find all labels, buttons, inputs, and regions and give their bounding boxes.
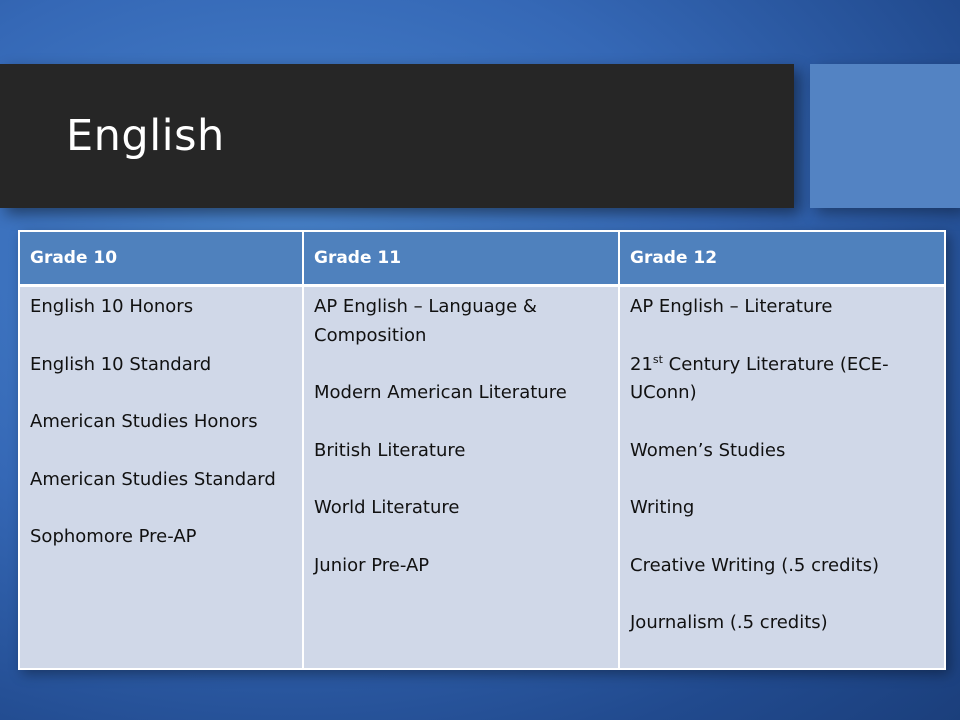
header-row: Grade 10 Grade 11 Grade 12 [18,230,946,287]
grade-12-courses: AP English – Literature 21st Century Lit… [618,284,946,670]
grade-10-courses: English 10 Honors English 10 Standard Am… [18,284,304,670]
slide-title: English [66,111,225,161]
header-grade-10: Grade 10 [18,230,304,287]
course-item: Junior Pre-AP [314,554,430,576]
course-item: 21st Century Literature (ECE-UConn) [630,351,936,408]
course-item: Writing [630,497,695,518]
grade-11-courses: AP English – Language & Composition Mode… [302,284,620,670]
course-item: Modern American Literature [314,382,567,403]
course-table: Grade 10 Grade 11 Grade 12 English 10 Ho… [18,230,946,670]
course-item: English 10 Honors [30,296,194,317]
course-item: AP English – Language & Composition [314,296,537,346]
course-item: Journalism (.5 credits) [630,612,828,633]
title-bar: English [0,64,794,208]
course-item: World Literature [314,497,460,518]
course-item: English 10 Standard [30,353,212,375]
course-number: 21 [630,353,653,375]
course-row: English 10 Honors English 10 Standard Am… [18,284,946,670]
course-item: British Literature [314,439,466,461]
header-grade-12: Grade 12 [618,230,946,287]
course-name: Century Literature (ECE-UConn) [630,353,889,404]
course-item: American Studies Honors [30,411,258,432]
course-item: Women’s Studies [630,439,786,461]
course-item: Creative Writing (.5 credits) [630,554,879,576]
course-item: American Studies Standard [30,468,276,490]
course-item: Sophomore Pre-AP [30,526,197,547]
accent-block [810,64,960,208]
course-item: AP English – Literature [630,296,833,317]
header-grade-11: Grade 11 [302,230,620,287]
ordinal-suffix: st [652,352,663,366]
